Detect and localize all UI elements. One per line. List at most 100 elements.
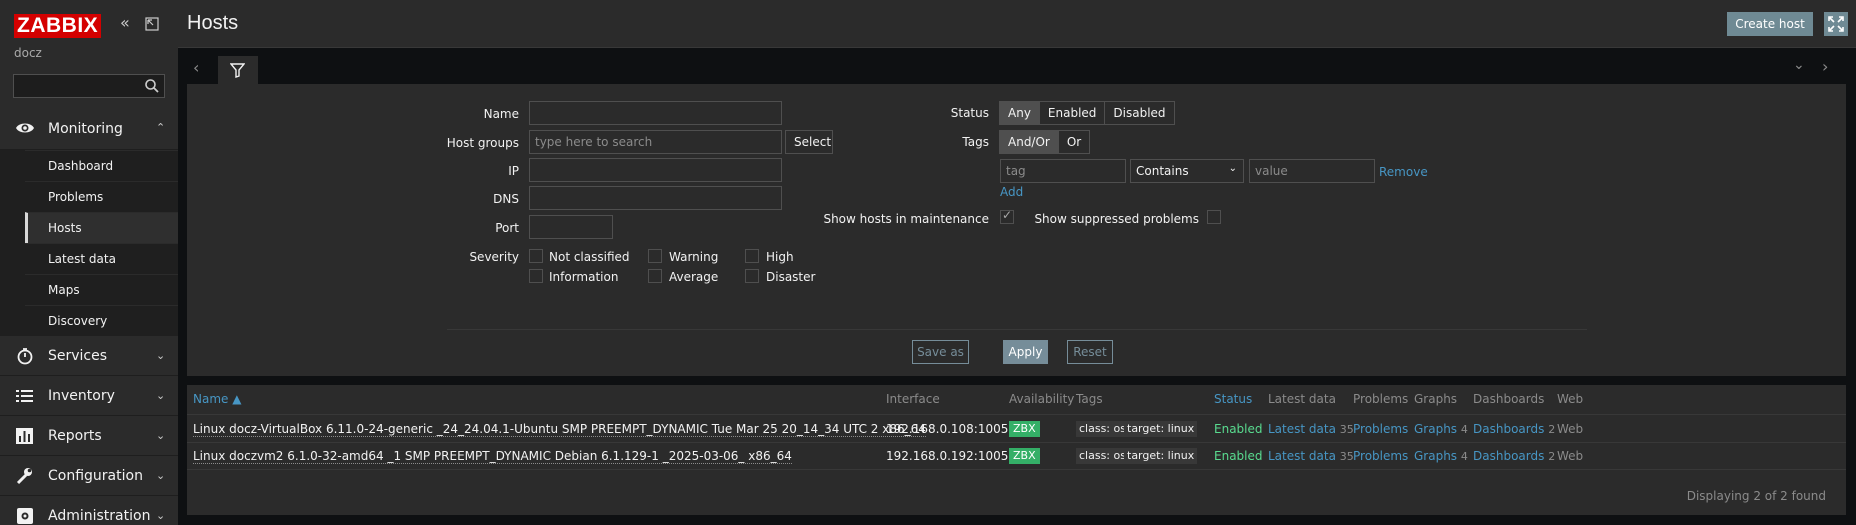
severity-warning-checkbox[interactable]: [648, 249, 662, 263]
availability-zbx-badge[interactable]: ZBX: [1009, 448, 1040, 464]
col-graphs-header: Graphs: [1414, 392, 1458, 406]
host-status-link[interactable]: Enabled: [1214, 449, 1263, 463]
severity-information-checkbox[interactable]: [529, 269, 543, 283]
latest-data-count: 35: [1339, 450, 1354, 463]
fullscreen-button[interactable]: [1824, 12, 1848, 36]
dashboards-link[interactable]: Dashboards 2: [1473, 422, 1555, 436]
host-name-link[interactable]: Linux doczvm2 6.1.0-32-amd64 _1 SMP PREE…: [193, 449, 792, 464]
chevron-down-icon: ⌄: [156, 349, 166, 362]
menu-item-discovery[interactable]: Discovery: [25, 305, 178, 336]
col-latest-data-header: Latest data: [1268, 392, 1336, 406]
menu-monitoring-label: Monitoring: [48, 120, 123, 137]
tags-label: Tags: [962, 135, 989, 149]
severity-average-label: Average: [669, 270, 719, 284]
kiosk-mode-icon[interactable]: [145, 17, 159, 31]
menu-configuration[interactable]: Configuration ⌄: [0, 456, 178, 496]
severity-average-checkbox[interactable]: [648, 269, 662, 283]
create-host-button[interactable]: Create host: [1727, 12, 1813, 36]
col-web-header: Web: [1557, 392, 1584, 406]
availability-zbx-badge[interactable]: ZBX: [1009, 421, 1040, 437]
list-icon: [15, 387, 35, 405]
port-input[interactable]: [529, 215, 613, 239]
ip-input[interactable]: [529, 158, 782, 182]
reset-button[interactable]: Reset: [1067, 340, 1113, 364]
tag-name-input[interactable]: [1000, 159, 1126, 183]
dashboards-count: 2: [1548, 423, 1556, 436]
menu-item-latest-data[interactable]: Latest data: [25, 243, 178, 274]
tag-badge[interactable]: class: os: [1076, 421, 1129, 437]
menu-services[interactable]: Services ⌄: [0, 336, 178, 376]
graphs-link[interactable]: Graphs 4: [1414, 422, 1468, 436]
collapse-sidebar-icon[interactable]: «: [120, 15, 136, 32]
sidebar-search[interactable]: [13, 74, 165, 98]
search-icon[interactable]: [144, 78, 160, 94]
menu-item-maps[interactable]: Maps: [25, 274, 178, 305]
zabbix-logo[interactable]: ZABBIX: [14, 14, 102, 38]
host-name-link[interactable]: Linux docz-VirtualBox 6.11.0-24-generic …: [193, 422, 926, 437]
filter-tab[interactable]: [218, 56, 258, 84]
latest-data-link[interactable]: Latest data 35: [1268, 422, 1354, 436]
menu-administration[interactable]: Administration ⌄: [0, 496, 178, 525]
row-divider: [187, 469, 1846, 470]
suppressed-checkbox[interactable]: [1207, 210, 1221, 224]
latest-data-label: Latest data: [1268, 422, 1336, 436]
problems-link[interactable]: Problems: [1353, 422, 1408, 436]
col-status-header[interactable]: Status: [1214, 392, 1252, 406]
filter-tabs: ‹ ⌄ ›: [178, 48, 1856, 84]
dns-input[interactable]: [529, 186, 782, 210]
save-as-button[interactable]: Save as: [912, 340, 969, 364]
status-disabled-button[interactable]: Disabled: [1104, 101, 1175, 125]
select-host-groups-button[interactable]: Select: [785, 130, 833, 154]
chevron-right-icon[interactable]: ›: [1822, 57, 1828, 76]
dashboards-count: 2: [1548, 450, 1556, 463]
filter-divider: [447, 329, 1587, 330]
tag-value-input[interactable]: [1249, 159, 1375, 183]
logo[interactable]: ZABBIX: [14, 14, 102, 38]
menu-item-dashboard[interactable]: Dashboard: [25, 150, 178, 181]
problems-link[interactable]: Problems: [1353, 449, 1408, 463]
row-divider: [187, 442, 1846, 443]
chevron-down-icon: ⌄: [156, 429, 166, 442]
tags-andor-button[interactable]: And/Or: [999, 130, 1059, 154]
host-interface: 192.168.0.192:10050: [886, 449, 1017, 463]
menu-item-problems[interactable]: Problems: [25, 181, 178, 212]
col-name-header[interactable]: Name ▲: [193, 392, 241, 406]
host-status-link[interactable]: Enabled: [1214, 422, 1263, 436]
chevron-left-icon[interactable]: ‹: [193, 58, 199, 77]
tag-badge[interactable]: target: linux: [1124, 421, 1198, 437]
chevron-up-icon: ⌃: [156, 121, 166, 134]
dashboards-link[interactable]: Dashboards 2: [1473, 449, 1555, 463]
severity-not-classified-label: Not classified: [549, 250, 630, 264]
chevron-down-icon[interactable]: ⌄: [1793, 57, 1805, 73]
tag-operator-select[interactable]: Contains ⌄: [1130, 159, 1244, 183]
tag-badge[interactable]: class: os: [1076, 448, 1129, 464]
severity-high-checkbox[interactable]: [745, 249, 759, 263]
wrench-icon: [15, 467, 35, 485]
host-groups-input[interactable]: [529, 130, 782, 154]
severity-disaster-checkbox[interactable]: [745, 269, 759, 283]
filter-panel: Name Host groups Select IP DNS Port Seve…: [187, 84, 1846, 376]
severity-warning-label: Warning: [669, 250, 719, 264]
name-input[interactable]: [529, 101, 782, 125]
graphs-link[interactable]: Graphs 4: [1414, 449, 1468, 463]
tag-badge[interactable]: target: linux: [1124, 448, 1198, 464]
ip-label: IP: [508, 164, 519, 178]
menu-inventory[interactable]: Inventory ⌄: [0, 376, 178, 416]
apply-button[interactable]: Apply: [1003, 340, 1048, 364]
latest-data-link[interactable]: Latest data 35: [1268, 449, 1354, 463]
tags-or-button[interactable]: Or: [1057, 130, 1091, 154]
graphs-count: 4: [1460, 423, 1468, 436]
maintenance-checkbox[interactable]: [1000, 208, 1014, 224]
status-enabled-button[interactable]: Enabled: [1038, 101, 1106, 125]
menu-monitoring[interactable]: Monitoring ⌃: [0, 108, 178, 150]
chevron-down-icon: ⌄: [156, 469, 166, 482]
menu-item-hosts[interactable]: Hosts: [25, 212, 178, 243]
menu-reports[interactable]: Reports ⌄: [0, 416, 178, 456]
filter-icon: [230, 63, 245, 78]
tag-operator-value: Contains: [1136, 164, 1189, 178]
sidebar-search-input[interactable]: [14, 75, 136, 97]
severity-not-classified-checkbox[interactable]: [529, 249, 543, 263]
add-tag-link[interactable]: Add: [1000, 185, 1023, 199]
status-any-button[interactable]: Any: [999, 101, 1040, 125]
remove-tag-link[interactable]: Remove: [1379, 165, 1428, 179]
